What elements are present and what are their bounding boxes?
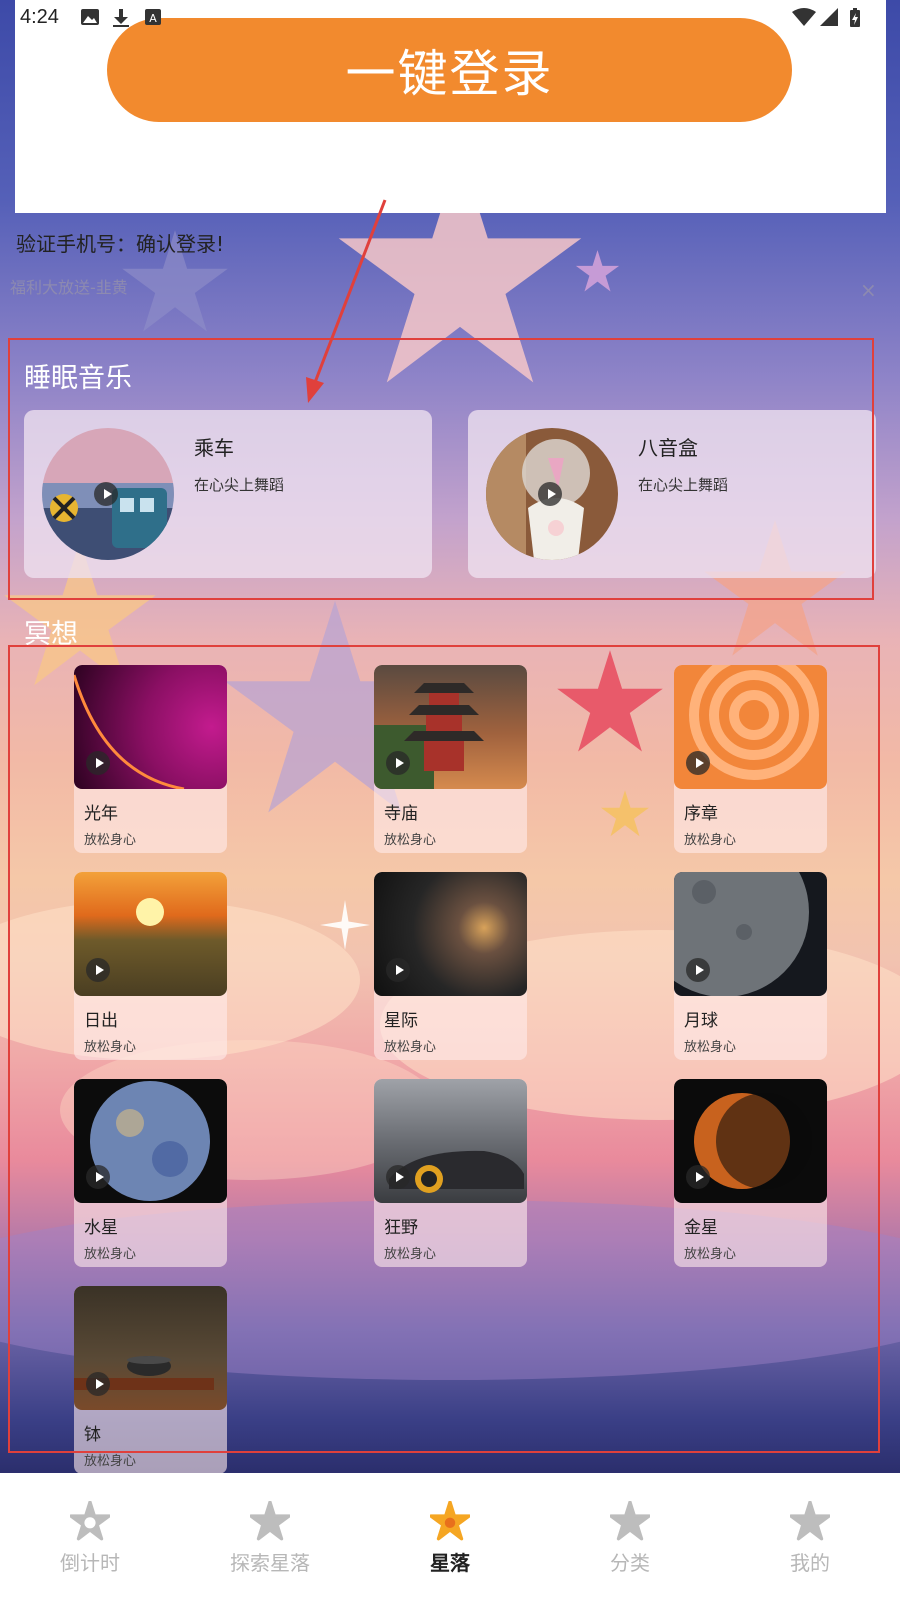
meditation-title: 冥想 <box>24 619 78 650</box>
meditation-title: 日出 <box>84 1011 118 1031</box>
play-icon[interactable] <box>686 751 710 775</box>
wifi-icon <box>792 8 816 26</box>
meditation-subtitle: 放松身心 <box>384 833 437 848</box>
meditation-title: 序章 <box>684 804 718 824</box>
meditation-subtitle: 放松身心 <box>384 1247 437 1262</box>
meditation-card-mercury[interactable]: 水星 放松身心 <box>74 1079 227 1267</box>
meditation-card-moon[interactable]: 月球 放松身心 <box>674 872 827 1060</box>
play-icon[interactable] <box>686 958 710 982</box>
star-icon-active <box>430 1501 470 1541</box>
play-icon[interactable] <box>538 482 562 506</box>
meditation-subtitle: 放松身心 <box>684 1040 737 1055</box>
promo-banner-text[interactable]: 福利大放送-韭黄 <box>10 274 128 298</box>
meditation-card-wild[interactable]: 狂野 放松身心 <box>374 1079 527 1267</box>
status-time: 4:24 <box>20 6 59 28</box>
status-bar: 4:24 A <box>0 0 900 34</box>
meditation-card-interstellar[interactable]: 星际 放松身心 <box>374 872 527 1060</box>
meditation-card-sunrise[interactable]: 日出 放松身心 <box>74 872 227 1060</box>
meditation-subtitle: 放松身心 <box>84 833 137 848</box>
battery-icon <box>850 8 860 27</box>
meditation-card-temple[interactable]: 寺庙 放松身心 <box>374 665 527 853</box>
play-icon[interactable] <box>86 958 110 982</box>
download-icon <box>113 9 129 27</box>
play-icon[interactable] <box>386 958 410 982</box>
tab-xingluo[interactable]: 星落 <box>360 1473 540 1600</box>
star-icon <box>250 1501 290 1541</box>
app-a-icon: A <box>145 9 161 25</box>
play-icon[interactable] <box>86 1372 110 1396</box>
play-icon[interactable] <box>86 751 110 775</box>
tab-countdown[interactable]: 倒计时 <box>0 1473 180 1600</box>
meditation-subtitle: 放松身心 <box>684 1247 737 1262</box>
music-title: 乘车 <box>194 436 234 460</box>
meditation-subtitle: 放松身心 <box>684 833 737 848</box>
sleep-music-title: 睡眠音乐 <box>24 363 132 394</box>
bottom-tab-bar: 倒计时 探索星落 星落 分类 我的 <box>0 1473 900 1600</box>
meditation-card-bowl[interactable]: 钵 放松身心 <box>74 1286 227 1474</box>
tab-label: 倒计时 <box>60 1551 120 1575</box>
play-icon[interactable] <box>94 482 118 506</box>
meditation-title: 寺庙 <box>384 804 418 824</box>
annotation-arrow <box>306 199 387 403</box>
tab-label: 星落 <box>430 1551 470 1575</box>
play-icon[interactable] <box>386 1165 410 1189</box>
meditation-subtitle: 放松身心 <box>384 1040 437 1055</box>
meditation-title: 狂野 <box>384 1218 418 1238</box>
meditation-card-prelude[interactable]: 序章 放松身心 <box>674 665 827 853</box>
tab-category[interactable]: 分类 <box>540 1473 720 1600</box>
star-icon <box>610 1501 650 1541</box>
meditation-subtitle: 放松身心 <box>84 1040 137 1055</box>
meditation-title: 水星 <box>84 1218 118 1238</box>
meditation-card-light-year[interactable]: 光年 放松身心 <box>74 665 227 853</box>
background-star-icon <box>557 650 663 752</box>
star-icon <box>70 1501 110 1541</box>
music-subtitle: 在心尖上舞蹈 <box>638 476 729 494</box>
background-star-icon <box>575 250 620 292</box>
tab-label: 分类 <box>610 1551 650 1575</box>
svg-text:A: A <box>149 12 157 25</box>
signal-icon <box>820 8 838 26</box>
tab-label: 探索星落 <box>230 1551 310 1575</box>
star-icon <box>790 1501 830 1541</box>
tab-mine[interactable]: 我的 <box>720 1473 900 1600</box>
image-icon <box>81 9 99 25</box>
meditation-title: 金星 <box>684 1218 718 1238</box>
meditation-title: 光年 <box>84 804 118 824</box>
meditation-subtitle: 放松身心 <box>84 1247 137 1262</box>
music-subtitle: 在心尖上舞蹈 <box>194 476 285 494</box>
music-title: 八音盒 <box>638 436 698 460</box>
background-star-icon <box>601 790 649 837</box>
meditation-card-venus[interactable]: 金星 放松身心 <box>674 1079 827 1267</box>
meditation-title: 星际 <box>384 1011 418 1031</box>
meditation-title: 钵 <box>84 1425 101 1445</box>
play-icon[interactable] <box>686 1165 710 1189</box>
meditation-title: 月球 <box>684 1011 718 1031</box>
meditation-subtitle: 放松身心 <box>84 1454 137 1469</box>
play-icon[interactable] <box>86 1165 110 1189</box>
music-card-music-box[interactable]: 八音盒 在心尖上舞蹈 <box>468 410 876 578</box>
sparkle-icon <box>320 900 370 950</box>
tab-label: 我的 <box>790 1551 830 1575</box>
play-icon[interactable] <box>386 751 410 775</box>
promo-close-icon[interactable]: × <box>860 278 877 302</box>
verify-phone-text: 验证手机号：确认登录! <box>16 232 225 256</box>
tab-explore[interactable]: 探索星落 <box>180 1473 360 1600</box>
music-card-ride[interactable]: 乘车 在心尖上舞蹈 <box>24 410 432 578</box>
